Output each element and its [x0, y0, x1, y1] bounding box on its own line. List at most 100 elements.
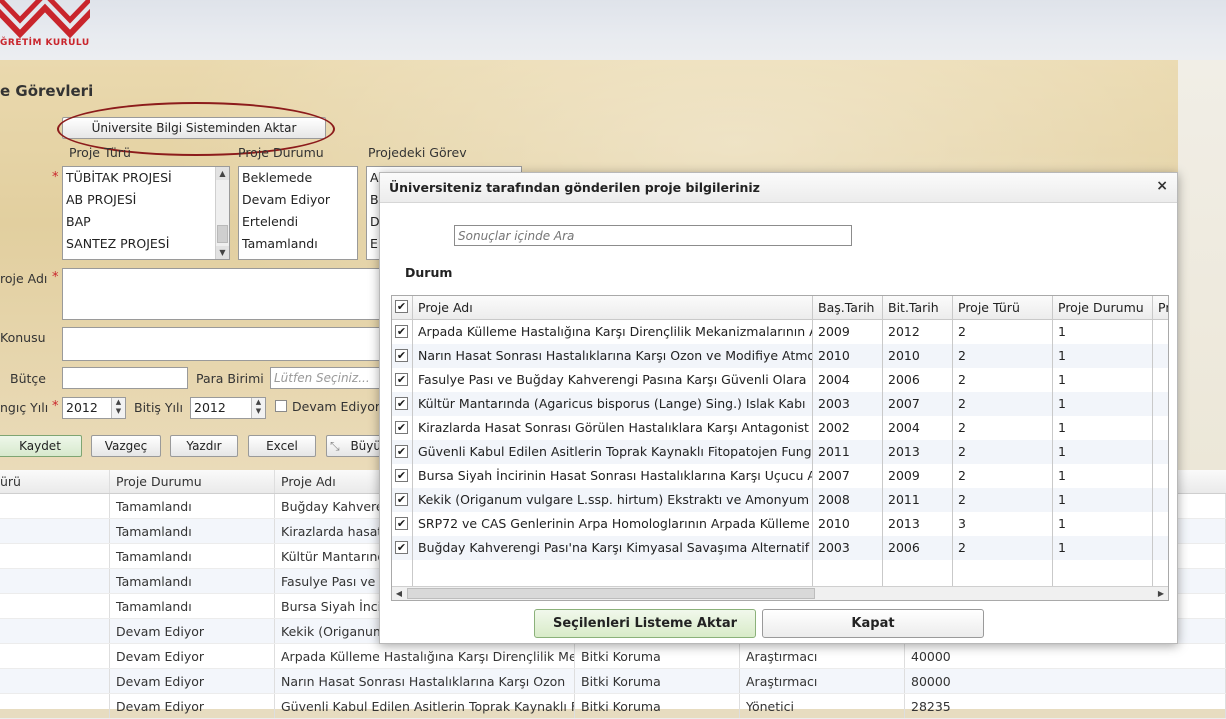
scroll-thumb[interactable] [217, 225, 228, 243]
column-header[interactable]: Proje Türü [953, 296, 1053, 319]
table-cell: Devam Ediyor [110, 644, 275, 668]
list-item[interactable]: AB PROJESİ [63, 189, 229, 211]
row-checkbox[interactable]: ✔ [395, 469, 408, 482]
grid-cell: 2004 [883, 416, 953, 440]
column-header[interactable]: Proje Adı [413, 296, 813, 319]
grid-cell: 2009 [883, 464, 953, 488]
select-all-checkbox[interactable]: ✔ [395, 300, 408, 313]
grid-cell: SRP72 ve CAS Genlerinin Arpa Homologları… [413, 512, 813, 536]
list-item[interactable]: Ertelendi [239, 211, 357, 233]
proje-durumu-label: Proje Durumu [238, 145, 324, 160]
proje-adi-textarea[interactable] [62, 268, 392, 320]
scroll-thumb[interactable] [407, 588, 815, 599]
list-item[interactable]: TÜBİTAK PROJESİ [63, 167, 229, 189]
table-cell: Tamamlandı [110, 519, 275, 543]
scroll-down-icon[interactable]: ▼ [216, 246, 229, 259]
buyut-button[interactable]: ⤡ Büyü [326, 435, 386, 457]
grid-cell: 2004 [813, 368, 883, 392]
project-import-dialog: Üniversiteniz tarafından gönderilen proj… [379, 172, 1178, 644]
column-header[interactable]: Proje Durumu [1053, 296, 1153, 319]
grid-row[interactable]: ✔ Kültür Mantarında (Agaricus bisporus (L… [392, 392, 1168, 416]
grid-row[interactable]: ✔ Fasulye Pası ve Buğday Kahverengi Pasın… [392, 368, 1168, 392]
grid-row[interactable]: ✔ Kirazlarda Hasat Sonrası Görülen Hastal… [392, 416, 1168, 440]
grid-cell: 2006 [883, 536, 953, 560]
grid-cell: Kekik (Origanum vulgare L.ssp. hirtum) E… [413, 488, 813, 512]
import-from-university-button[interactable]: Üniversite Bilgi Sisteminden Aktar [62, 117, 326, 139]
grid-cell: 2003 [813, 536, 883, 560]
search-input[interactable] [454, 225, 852, 246]
grid-cell: 2012 [883, 320, 953, 344]
vazgec-button[interactable]: Vazgeç [91, 435, 161, 457]
baslangic-yili-stepper[interactable]: 2012 ▲ ▼ [62, 397, 126, 419]
dialog-title: Üniversiteniz tarafından gönderilen proj… [389, 180, 760, 195]
grid-row[interactable]: ✔ Buğday Kahverengi Pası'na Karşı Kimyasa… [392, 536, 1168, 560]
proje-durumu-listbox[interactable]: Beklemede Devam Ediyor Ertelendi Tamamla… [238, 166, 358, 260]
row-checkbox[interactable]: ✔ [395, 445, 408, 458]
grid-row[interactable]: ✔ Arpada Külleme Hastalığına Karşı Direnç… [392, 320, 1168, 344]
listbox-scrollbar[interactable]: ▲ ▼ [215, 167, 229, 259]
row-checkbox[interactable]: ✔ [395, 541, 408, 554]
proje-turu-listbox[interactable]: TÜBİTAK PROJESİ AB PROJESİ BAP SANTEZ PR… [62, 166, 230, 260]
grid-row[interactable]: ✔ Güvenli Kabul Edilen Asitlerin Toprak K… [392, 440, 1168, 464]
butce-input[interactable] [62, 367, 188, 389]
table-row[interactable]: Devam Ediyor Narın Hasat Sonrası Hastalık… [0, 669, 1226, 694]
grid-cell: 2 [953, 536, 1053, 560]
grid-cell: 2009 [813, 320, 883, 344]
para-birimi-select[interactable]: Lütfen Seçiniz... [270, 367, 382, 389]
close-dialog-button[interactable]: Kapat [762, 609, 984, 638]
grid-row[interactable]: ✔ Bursa Siyah İncirinin Hasat Sonrası Has… [392, 464, 1168, 488]
list-item[interactable]: Devam Ediyor [239, 189, 357, 211]
table-row[interactable]: Devam Ediyor Güvenli Kabul Edilen Asitler… [0, 694, 1226, 719]
kaydet-button[interactable]: Kaydet [0, 435, 82, 457]
required-mark: * [52, 270, 59, 285]
column-header[interactable]: Bit.Tarih [883, 296, 953, 319]
grid-cell: 2013 [883, 512, 953, 536]
row-checkbox[interactable]: ✔ [395, 349, 408, 362]
grid-cell: 1 [1053, 392, 1153, 416]
scroll-left-icon[interactable]: ◀ [392, 587, 406, 600]
grid-horizontal-scrollbar[interactable]: ◀ ▶ [392, 586, 1168, 600]
devam-ediyor-label: Devam Ediyor [292, 399, 381, 414]
scroll-up-icon[interactable]: ▲ [216, 167, 229, 180]
grid-cell: 2 [953, 344, 1053, 368]
excel-button[interactable]: Excel [248, 435, 316, 457]
grid-cell: 2 [953, 392, 1053, 416]
grid-cell: 3 [953, 512, 1053, 536]
grid-row[interactable]: ✔ Narın Hasat Sonrası Hastalıklarına Karş… [392, 344, 1168, 368]
row-checkbox[interactable]: ✔ [395, 397, 408, 410]
grid-cell: 2007 [883, 392, 953, 416]
stepper-arrows-icon[interactable]: ▲ ▼ [251, 398, 265, 418]
close-icon[interactable]: × [1156, 178, 1168, 194]
yazdir-button[interactable]: Yazdır [170, 435, 238, 457]
list-item[interactable]: Beklemede [239, 167, 357, 189]
stepper-arrows-icon[interactable]: ▲ ▼ [111, 398, 125, 418]
list-item[interactable]: SANTEZ PROJESİ [63, 233, 229, 255]
list-item[interactable]: BAP [63, 211, 229, 233]
row-checkbox[interactable]: ✔ [395, 421, 408, 434]
grid-row[interactable]: ✔ Kekik (Origanum vulgare L.ssp. hirtum) … [392, 488, 1168, 512]
grid-cell: Güvenli Kabul Edilen Asitlerin Toprak Ka… [413, 440, 813, 464]
table-row[interactable]: Devam Ediyor Arpada Külleme Hastalığına K… [0, 644, 1226, 669]
scroll-right-icon[interactable]: ▶ [1154, 587, 1168, 600]
column-header[interactable]: Baş.Tarih [813, 296, 883, 319]
row-checkbox[interactable]: ✔ [395, 517, 408, 530]
table-cell: Bitki Koruma [575, 694, 740, 718]
grid-cell: 2006 [883, 368, 953, 392]
baslangic-yili-label: ngıç Yılı [0, 400, 49, 415]
devam-ediyor-checkbox[interactable] [275, 400, 287, 412]
column-header[interactable]: Pr [1153, 296, 1168, 319]
row-checkbox[interactable]: ✔ [395, 373, 408, 386]
projedeki-gorev-label: Projedeki Görev [368, 145, 467, 160]
table-cell: Devam Ediyor [110, 669, 275, 693]
grid-cell: 1 [1053, 464, 1153, 488]
list-item[interactable]: Tamamlandı [239, 233, 357, 255]
grid-cell: 2 [953, 488, 1053, 512]
bitis-yili-stepper[interactable]: 2012 ▲ ▼ [190, 397, 266, 419]
proje-adi-label: roje Adı [0, 271, 48, 286]
required-mark: * [52, 170, 59, 185]
grid-row[interactable]: ✔ SRP72 ve CAS Genlerinin Arpa Homologlar… [392, 512, 1168, 536]
konusu-textarea[interactable] [62, 327, 392, 361]
row-checkbox[interactable]: ✔ [395, 325, 408, 338]
row-checkbox[interactable]: ✔ [395, 493, 408, 506]
transfer-selected-button[interactable]: Seçilenleri Listeme Aktar [534, 609, 756, 638]
